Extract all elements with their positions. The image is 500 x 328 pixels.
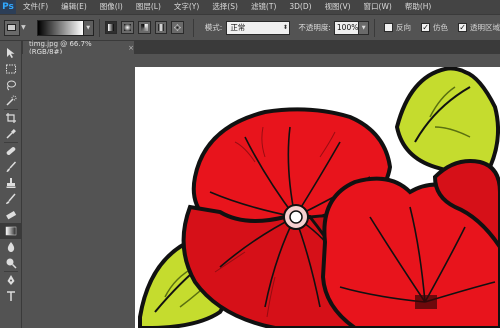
angle-gradient-icon: [140, 24, 148, 31]
reflected-gradient-icon: [157, 24, 165, 31]
document-tab[interactable]: timg.jpg @ 66.7%(RGB/8#) ×: [23, 40, 134, 56]
clone-stamp-tool[interactable]: [0, 175, 22, 191]
menu-image[interactable]: 图像(I): [93, 0, 129, 14]
crop-tool[interactable]: [0, 110, 22, 126]
opacity-input[interactable]: 100%: [333, 20, 360, 35]
gradient-tool-icon: [7, 24, 17, 31]
close-icon[interactable]: ×: [128, 44, 134, 52]
clone-stamp-tool-icon: [6, 178, 16, 188]
menu-bar: Ps 文件(F) 编辑(E) 图像(I) 图层(L) 文字(Y) 选择(S) 滤…: [0, 0, 500, 14]
photoshop-logo: Ps: [0, 0, 16, 14]
tools-panel: [0, 41, 22, 328]
eyedropper-tool[interactable]: [0, 126, 22, 142]
brush-tool-icon: [6, 161, 17, 172]
tool-preset-picker[interactable]: [4, 19, 20, 36]
blend-mode-select[interactable]: 正常 ⬍: [226, 20, 291, 35]
menu-filter[interactable]: 滤镜(T): [244, 0, 282, 14]
quick-select-tool-icon: [6, 95, 17, 106]
mode-label: 模式:: [204, 23, 223, 32]
move-tool-icon: [7, 48, 15, 58]
reverse-checkbox[interactable]: 反向: [384, 22, 411, 33]
menu-select[interactable]: 选择(S): [205, 0, 244, 14]
diamond-gradient-icon: [174, 24, 181, 31]
menu-view[interactable]: 视图(V): [318, 0, 357, 14]
lasso-tool[interactable]: [0, 77, 22, 93]
type-tool-icon: [7, 291, 15, 301]
eraser-tool-icon: [6, 211, 17, 220]
chevron-down-icon[interactable]: ▼: [20, 20, 28, 36]
blend-mode-value: 正常: [230, 23, 246, 32]
linear-gradient-button[interactable]: [104, 21, 118, 34]
linear-gradient-icon: [107, 24, 115, 31]
blur-tool-icon: [7, 242, 15, 252]
angle-gradient-button[interactable]: [137, 21, 151, 34]
options-bar: ▼ ▼ 模式: 正常 ⬍ 不透明度: 100% ▼ 反向 ✓ 仿色 ✓ 透明区域: [0, 14, 500, 41]
document-tab-bar: timg.jpg @ 66.7%(RGB/8#) ×: [22, 40, 500, 56]
transparency-label: 透明区域: [470, 23, 500, 32]
type-tool[interactable]: [0, 288, 22, 304]
opacity-label: 不透明度:: [298, 23, 331, 32]
dodge-tool-icon: [6, 258, 17, 269]
dither-checkbox[interactable]: ✓ 仿色: [421, 22, 448, 33]
divider: [374, 18, 376, 37]
blur-tool[interactable]: [0, 239, 22, 255]
reverse-checkbox-box[interactable]: [384, 23, 394, 32]
menu-layer[interactable]: 图层(L): [129, 0, 167, 14]
divider: [192, 18, 194, 37]
gradient-tool[interactable]: [0, 223, 22, 239]
reverse-label: 反向: [396, 23, 412, 32]
marquee-tool[interactable]: [0, 61, 22, 77]
flower-artwork: [138, 67, 500, 328]
menu-file[interactable]: 文件(F): [16, 0, 54, 14]
gradient-picker-dropdown[interactable]: ▼: [83, 19, 94, 36]
brush-tool[interactable]: [0, 159, 22, 175]
radial-gradient-icon: [124, 24, 131, 31]
quick-select-tool[interactable]: [0, 93, 22, 109]
gradient-tool-icon: [5, 226, 17, 236]
workspace: [22, 54, 500, 328]
healing-brush-tool-icon: [6, 147, 16, 155]
healing-brush-tool[interactable]: [0, 143, 22, 159]
opacity-slider-dropdown[interactable]: ▼: [359, 20, 370, 35]
document-canvas[interactable]: [135, 67, 500, 328]
menu-3d[interactable]: 3D(D): [282, 0, 317, 14]
crop-tool-icon: [6, 113, 16, 123]
menu-window[interactable]: 窗口(W): [357, 0, 398, 14]
history-brush-tool[interactable]: [0, 191, 22, 207]
history-brush-tool-icon: [6, 193, 16, 204]
transparency-checkbox-box[interactable]: ✓: [458, 23, 468, 32]
divider: [98, 18, 100, 37]
menu-edit[interactable]: 编辑(E): [54, 0, 93, 14]
menu-type[interactable]: 文字(Y): [167, 0, 205, 14]
marquee-tool-icon: [6, 64, 16, 74]
pen-tool-icon: [7, 275, 15, 285]
reflected-gradient-button[interactable]: [154, 21, 168, 34]
eraser-tool[interactable]: [0, 207, 22, 223]
chevron-down-icon: ⬍: [282, 24, 288, 31]
pen-tool[interactable]: [0, 272, 22, 288]
radial-gradient-button[interactable]: [121, 21, 134, 34]
move-tool[interactable]: [0, 45, 22, 61]
eyedropper-tool-icon: [6, 129, 16, 139]
diamond-gradient-button[interactable]: [171, 21, 184, 34]
transparency-checkbox[interactable]: ✓ 透明区域: [458, 22, 500, 33]
dodge-tool[interactable]: [0, 255, 22, 271]
dither-label: 仿色: [433, 23, 449, 32]
menu-help[interactable]: 帮助(H): [398, 0, 438, 14]
lasso-tool-icon: [7, 80, 16, 91]
dither-checkbox-box[interactable]: ✓: [421, 23, 431, 32]
gradient-preview[interactable]: [37, 19, 84, 36]
